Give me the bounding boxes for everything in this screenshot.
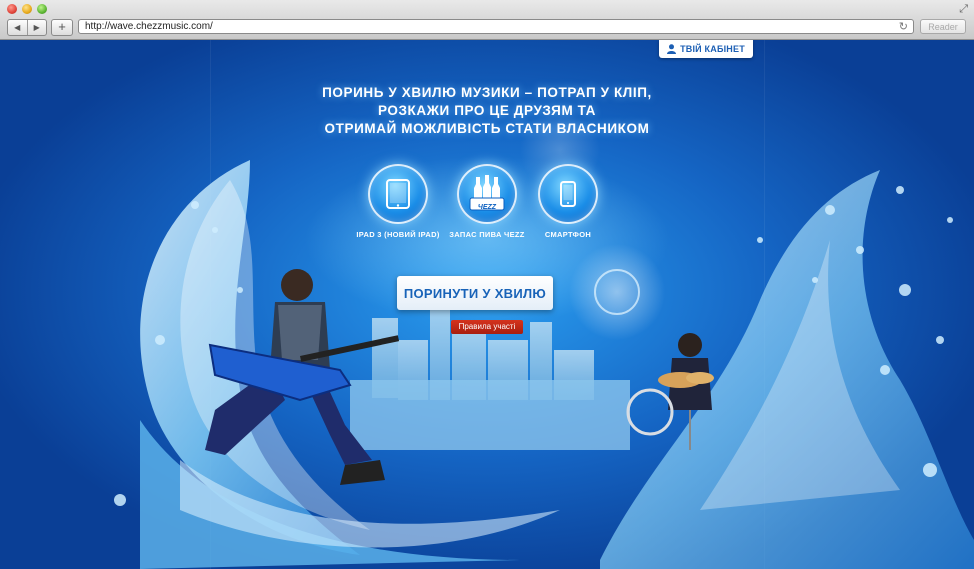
headline-line-1: ПОРИНЬ У ХВИЛЮ МУЗИКИ – ПОТРАП У КЛІП, xyxy=(322,85,652,100)
url-text[interactable]: http://wave.chezzmusic.com/ xyxy=(85,21,213,32)
prize-smartphone[interactable]: СМАРТФОН xyxy=(513,164,623,239)
user-icon xyxy=(667,44,677,54)
fullscreen-icon[interactable]: ⤢ xyxy=(959,3,968,16)
headline-line-2: РОЗКАЖИ ПРО ЦЕ ДРУЗЯМ ТА xyxy=(377,103,597,118)
minimize-window-button[interactable] xyxy=(22,4,32,14)
browser-toolbar: ⤢ ◀ ▶ + http://wave.chezzmusic.com/ ↻ Re… xyxy=(0,0,974,40)
history-nav: ◀ ▶ xyxy=(7,19,47,36)
address-bar[interactable]: http://wave.chezzmusic.com/ ↻ xyxy=(78,19,914,34)
cabinet-label: ТВІЙ КАБІНЕТ xyxy=(680,44,745,54)
tablet-icon xyxy=(386,179,410,209)
lens-flare xyxy=(569,244,665,340)
prize-ipad-badge xyxy=(368,164,428,224)
rules-button[interactable]: Правила участі xyxy=(451,320,523,334)
water-splash-right xyxy=(600,170,974,569)
smartphone-icon xyxy=(560,181,576,207)
add-bookmark-button[interactable]: + xyxy=(51,19,73,36)
dive-in-label: ПОРИНУТИ У ХВИЛЮ xyxy=(403,285,547,301)
close-window-button[interactable] xyxy=(7,4,17,14)
back-button[interactable]: ◀ xyxy=(8,20,28,35)
prize-beer-badge xyxy=(457,164,517,224)
prize-smartphone-label: СМАРТФОН xyxy=(544,230,592,239)
reader-button[interactable]: Reader xyxy=(920,19,966,34)
headline-line-3: ОТРИМАЙ МОЖЛИВІСТЬ СТАТИ ВЛАСНИКОМ xyxy=(324,121,650,136)
reload-icon[interactable]: ↻ xyxy=(899,20,908,33)
zoom-window-button[interactable] xyxy=(37,4,47,14)
page-content: ТВІЙ КАБІНЕТ ПОРИНЬ У ХВИЛЮ МУЗИКИ – ПОТ… xyxy=(0,40,974,569)
cabinet-button[interactable]: ТВІЙ КАБІНЕТ xyxy=(659,40,753,58)
headline: ПОРИНЬ У ХВИЛЮ МУЗИКИ – ПОТРАП У КЛІП, Р… xyxy=(250,84,724,138)
prize-smartphone-badge xyxy=(538,164,598,224)
forward-button[interactable]: ▶ xyxy=(28,20,47,35)
dive-in-button[interactable]: ПОРИНУТИ У ХВИЛЮ xyxy=(397,276,553,310)
